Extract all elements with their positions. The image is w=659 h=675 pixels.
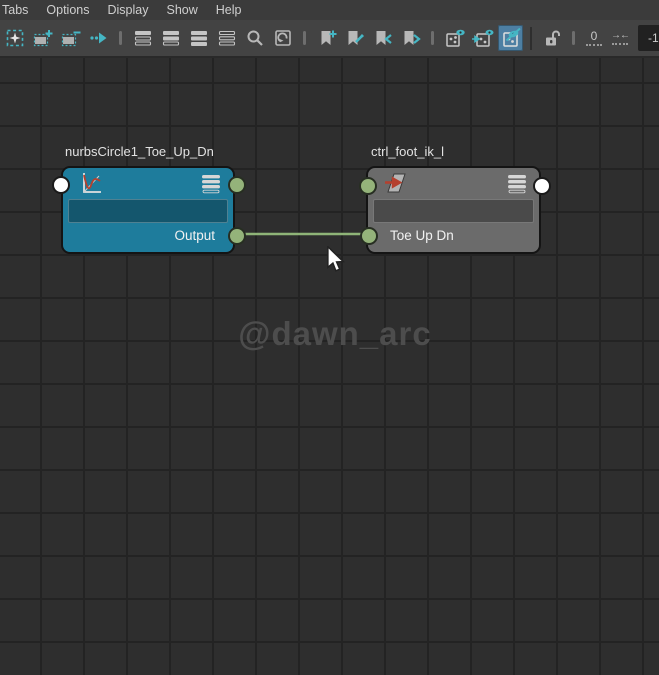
display-full-icon[interactable] — [186, 25, 211, 51]
toolbar-separator — [530, 26, 532, 50]
select-marquee-icon[interactable] — [2, 25, 27, 51]
traversal-depth-field[interactable]: -1 — [638, 25, 659, 51]
port-label-toe-up-dn: Toe Up Dn — [390, 228, 454, 243]
lock-open-icon[interactable] — [539, 25, 564, 51]
node-output-port[interactable] — [533, 177, 551, 195]
attribute-box[interactable] — [68, 199, 228, 223]
attributes-menu-icon[interactable] — [202, 175, 220, 194]
display-custom-icon[interactable] — [214, 25, 239, 51]
bookmark-next-icon[interactable] — [398, 25, 423, 51]
transform-icon — [385, 173, 406, 193]
node-title-ctrl-foot: ctrl_foot_ik_l — [371, 144, 444, 159]
node-input-port[interactable] — [359, 177, 377, 195]
frame-all-icon[interactable] — [270, 25, 295, 51]
search-icon[interactable] — [242, 25, 267, 51]
anim-curve-icon — [83, 173, 101, 193]
toolbar-separator — [431, 31, 434, 45]
depth-zero-label: 0 — [590, 29, 598, 43]
add-input-connections-icon[interactable] — [86, 25, 111, 51]
traversal-depth-zero-button[interactable]: 0 — [583, 30, 605, 46]
menu-show[interactable]: Show — [158, 1, 207, 19]
mouse-cursor-icon — [327, 246, 345, 272]
toolbar-separator — [119, 31, 122, 45]
toe-up-dn-attr-port[interactable] — [360, 227, 378, 245]
dotted-bar — [586, 44, 602, 46]
toolbar-separator — [303, 31, 306, 45]
menubar: Tabs Options Display Show Help — [0, 0, 659, 20]
hide-attributes-icon[interactable] — [498, 25, 523, 51]
menu-display[interactable]: Display — [99, 1, 158, 19]
menu-options[interactable]: Options — [37, 1, 98, 19]
node-input-port[interactable] — [52, 176, 70, 194]
output-attr-port[interactable] — [228, 227, 246, 245]
bookmark-add-icon[interactable] — [314, 25, 339, 51]
menu-tabs[interactable]: Tabs — [0, 1, 37, 19]
port-label-output: Output — [174, 228, 215, 243]
node-graph-canvas[interactable]: @dawn_arc nurbsCircle1_Toe_Up_Dn ctrl_fo… — [0, 58, 659, 675]
attribute-box[interactable] — [373, 199, 534, 223]
add-nodes-icon[interactable] — [30, 25, 55, 51]
display-simple-icon[interactable] — [130, 25, 155, 51]
attributes-menu-icon[interactable] — [508, 175, 526, 194]
node-ctrl-foot-ik-l[interactable]: Toe Up Dn — [359, 166, 551, 254]
decrease-traversal-depth-button[interactable]: →← — [608, 31, 632, 45]
toolbar-separator — [572, 31, 575, 45]
node-nurbscircle1-toe-up-dn[interactable]: Output — [52, 166, 246, 254]
bookmark-edit-icon[interactable] — [342, 25, 367, 51]
watermark-text: @dawn_arc — [238, 315, 432, 352]
menu-help[interactable]: Help — [207, 1, 251, 19]
display-connected-icon[interactable] — [158, 25, 183, 51]
node-output-port[interactable] — [228, 176, 246, 194]
bookmark-previous-icon[interactable] — [370, 25, 395, 51]
remove-nodes-icon[interactable] — [58, 25, 83, 51]
show-connected-attributes-icon[interactable] — [470, 25, 495, 51]
dotted-bar — [612, 43, 628, 45]
node-title-nurbscircle: nurbsCircle1_Toe_Up_Dn — [65, 144, 214, 159]
toolbar: 0 →← -1 ←→ ∞ — [0, 20, 659, 58]
show-primary-attributes-icon[interactable] — [442, 25, 467, 51]
collapse-arrows-glyph: →← — [611, 30, 630, 41]
